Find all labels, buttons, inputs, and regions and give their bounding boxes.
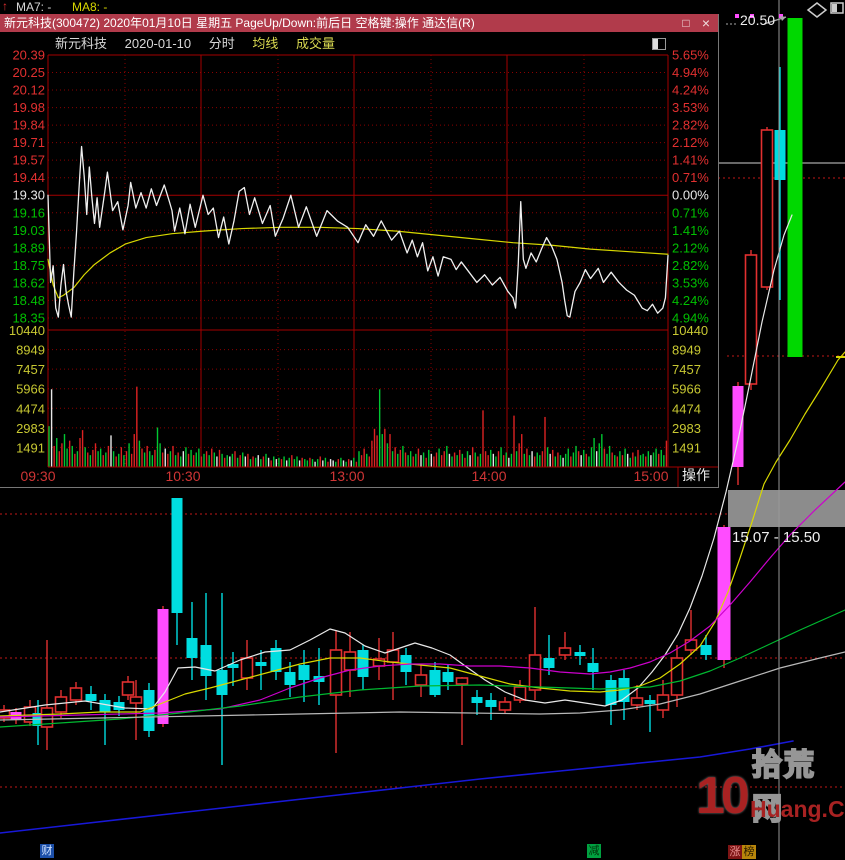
reduce-flag-badge[interactable]: 减	[587, 844, 601, 858]
screen: ↑ MA7: - MA8: - 20.50 15.07 - 15.50 新元科技…	[0, 0, 845, 860]
stock-name-label: 新元科技	[55, 36, 108, 51]
svg-text:19.71: 19.71	[12, 135, 45, 150]
ranking-flag-badge[interactable]: 榜	[742, 845, 756, 859]
svg-text:19.16: 19.16	[12, 205, 45, 220]
svg-text:18.48: 18.48	[12, 293, 45, 308]
svg-text:2983: 2983	[16, 421, 45, 436]
svg-text:4.24%: 4.24%	[672, 83, 709, 98]
split-layout-icon[interactable]	[830, 2, 845, 15]
watermark-site: Huang.CN	[750, 796, 845, 822]
svg-text:09:30: 09:30	[20, 468, 55, 484]
svg-text:10440: 10440	[9, 323, 45, 338]
window-titlebar[interactable]: 新元科技(300472) 2020年01月10日 星期五 PageUp/Down…	[0, 14, 718, 32]
svg-text:7457: 7457	[16, 362, 45, 377]
svg-text:19.84: 19.84	[12, 118, 45, 133]
svg-text:18.75: 18.75	[12, 258, 45, 273]
high-price-label: 20.50	[740, 12, 776, 28]
svg-text:4474: 4474	[672, 401, 701, 416]
svg-text:20.25: 20.25	[12, 65, 45, 80]
svg-text:1.41%: 1.41%	[672, 223, 709, 238]
svg-text:13:00: 13:00	[329, 468, 364, 484]
svg-text:7457: 7457	[672, 362, 701, 377]
svg-text:19.57: 19.57	[12, 153, 45, 168]
diamond-icon[interactable]	[806, 2, 828, 18]
svg-text:1.41%: 1.41%	[672, 153, 709, 168]
svg-text:8949: 8949	[672, 343, 701, 358]
watermark: 10 拾荒网 Huang.CN	[694, 738, 845, 858]
svg-text:3.53%: 3.53%	[672, 275, 709, 290]
svg-text:4.24%: 4.24%	[672, 293, 709, 308]
svg-text:18.89: 18.89	[12, 240, 45, 255]
volume-toggle-label[interactable]: 成交量	[296, 36, 335, 51]
ma-toggle-label[interactable]: 均线	[252, 36, 278, 51]
date-label: 2020-01-10	[124, 36, 192, 51]
chart-header: 新元科技 2020-01-10 分时 均线 成交量	[55, 33, 349, 51]
svg-text:20.39: 20.39	[12, 48, 45, 63]
svg-text:8949: 8949	[16, 343, 45, 358]
pane-layout-icon[interactable]	[652, 38, 666, 50]
finance-flag-badge[interactable]: 财	[40, 844, 54, 858]
svg-text:19.44: 19.44	[12, 170, 45, 185]
ma7-label: MA7: -	[16, 0, 52, 14]
intraday-chart-canvas[interactable]: 20.39 20.25 20.12 19.98 19.84 19.71 19.57 19.44…	[0, 32, 718, 487]
window-title: 新元科技(300472) 2020年01月10日 星期五 PageUp/Down…	[4, 16, 475, 30]
svg-text:5966: 5966	[672, 382, 701, 397]
svg-text:5966: 5966	[16, 382, 45, 397]
limit-up-flag-badge[interactable]: 涨	[728, 845, 742, 859]
svg-text:19.98: 19.98	[12, 100, 45, 115]
svg-text:19.30: 19.30	[12, 188, 45, 203]
intraday-window: 新元科技(300472) 2020年01月10日 星期五 PageUp/Down…	[0, 14, 719, 488]
svg-text:4.94%: 4.94%	[672, 65, 709, 80]
svg-text:10440: 10440	[672, 323, 708, 338]
svg-text:19.03: 19.03	[12, 223, 45, 238]
svg-text:2.12%: 2.12%	[672, 240, 709, 255]
svg-text:0.71%: 0.71%	[672, 205, 709, 220]
svg-text:2.82%: 2.82%	[672, 258, 709, 273]
svg-text:15:00: 15:00	[633, 468, 668, 484]
gap-range-label: 15.07 - 15.50	[732, 529, 821, 546]
svg-text:2.12%: 2.12%	[672, 135, 709, 150]
svg-text:2983: 2983	[672, 421, 701, 436]
indicator-strip: ↑ MA7: - MA8: -	[0, 0, 845, 14]
svg-text:1491: 1491	[16, 440, 45, 455]
action-button[interactable]: 操作	[682, 466, 716, 484]
svg-text:0.71%: 0.71%	[672, 170, 709, 185]
svg-text:0.00%: 0.00%	[672, 188, 709, 203]
ma8-label: MA8: -	[72, 0, 108, 14]
svg-text:10:30: 10:30	[165, 468, 200, 484]
svg-text:20.12: 20.12	[12, 83, 45, 98]
svg-text:5.65%: 5.65%	[672, 48, 709, 63]
mode-label[interactable]: 分时	[209, 36, 235, 51]
svg-text:18.62: 18.62	[12, 275, 45, 290]
svg-text:1491: 1491	[672, 440, 701, 455]
svg-text:2.82%: 2.82%	[672, 118, 709, 133]
svg-text:3.53%: 3.53%	[672, 100, 709, 115]
close-button[interactable]: ×	[698, 14, 714, 32]
svg-text:14:00: 14:00	[471, 468, 506, 484]
maximize-button[interactable]: □	[678, 14, 694, 32]
up-arrow-icon: ↑	[2, 0, 8, 13]
watermark-10: 10	[696, 767, 750, 825]
svg-text:4474: 4474	[16, 401, 45, 416]
